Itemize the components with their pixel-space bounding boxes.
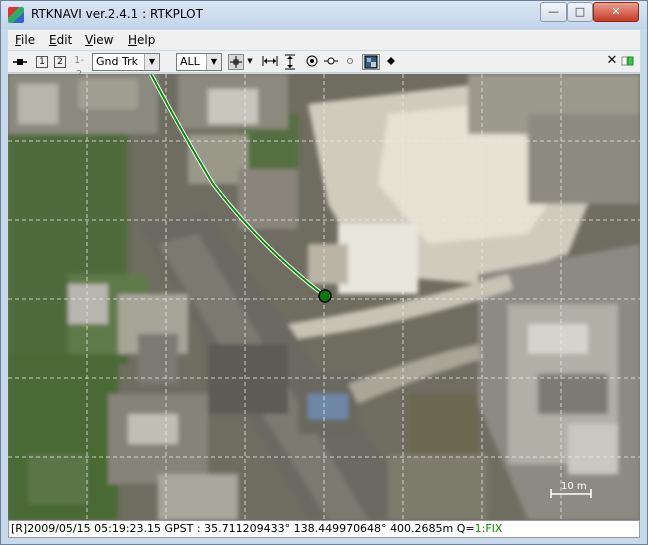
toolbar-close-button[interactable]: ✕ [605,54,619,70]
menu-view-label: iew [92,33,114,47]
menu-view[interactable]: View [85,33,113,47]
connect-button[interactable] [12,54,28,70]
rtknavi-app-icon[interactable] [8,7,24,23]
connect-icon [13,59,27,65]
satellite-map[interactable]: 10 m [8,74,640,520]
crosshair-icon [230,56,242,68]
show-point-button[interactable] [343,54,357,70]
show-map-button[interactable] [362,54,380,70]
quality-value: 1:FIX [474,522,503,535]
quality-label: Q= [456,522,475,535]
track-target-icon [306,55,318,67]
map-plot-area[interactable]: 10 m [8,74,640,520]
connection-status-icon [621,56,634,66]
longitude-value: 138.449970648° [293,522,387,535]
rover12-button[interactable]: 1-2 [71,54,87,80]
chevron-down-icon: ▼ [247,57,253,65]
menu-edit-label: dit [56,33,73,47]
window-title: RTKNAVI ver.2.4.1 : RTKPLOT [31,7,203,21]
scale-label: 10 m [561,481,587,492]
map-image-icon [364,55,378,69]
status-bar: [R]2009/05/15 05:19:23.15 GPST : 35.7112… [8,520,640,538]
menu-view-mnemonic: V [85,33,93,47]
solution-time: 2009/05/15 05:19:23.15 GPST [27,522,194,535]
diamond-marker-icon [387,57,395,65]
fit-horizontal-icon [262,56,278,66]
toolbar: 1 2 1-2 Gnd Trk ▼ ALL ▼ ▼ [8,51,640,80]
height-value: 400.2685m [390,522,454,535]
chevron-down-icon: ▼ [206,54,221,70]
fit-vertical-icon [285,54,295,70]
latitude-value: 35.711209433° [204,522,291,535]
minimize-button[interactable]: — [540,2,567,22]
menu-help-label: elp [137,33,156,47]
restore-button[interactable]: □ [567,2,593,22]
fix-center-icon [324,57,338,65]
rover1-button[interactable]: 1 [36,56,48,68]
menu-file[interactable]: File [15,33,35,47]
plot-type-select[interactable]: Gnd Trk ▼ [92,53,160,71]
quality-filter-select[interactable]: ALL ▼ [176,53,222,71]
title-bar[interactable]: RTKNAVI ver.2.4.1 : RTKPLOT — □ ✕ [1,1,647,29]
point-icon [347,58,353,64]
current-position-marker[interactable] [318,289,332,303]
menu-edit[interactable]: Edit [49,33,72,47]
quality-filter-value: ALL [180,55,200,68]
app-window: RTKNAVI ver.2.4.1 : RTKPLOT — □ ✕ File E… [0,0,648,545]
fix-center-button[interactable] [323,54,339,70]
close-button[interactable]: ✕ [593,2,639,22]
menu-edit-mnemonic: E [49,33,57,47]
fit-vertical-button[interactable] [282,54,298,70]
plot-type-value: Gnd Trk [96,55,138,68]
fit-horizontal-button[interactable] [262,54,278,70]
menu-help-mnemonic: H [128,33,138,47]
show-track-button[interactable] [304,54,320,70]
chevron-down-icon: ▼ [144,54,159,70]
menu-help[interactable]: Help [128,33,155,47]
menu-file-label: ile [21,33,36,47]
rover2-button[interactable]: 2 [54,56,66,68]
menu-bar: File Edit View Help [8,30,640,50]
show-marker-button[interactable] [384,54,398,70]
solution-source: [R] [11,522,28,535]
connection-status-indicator [621,54,635,70]
status-separator: : [193,522,205,535]
center-origin-button[interactable] [228,54,244,70]
center-origin-dropdown[interactable]: ▼ [245,54,255,70]
